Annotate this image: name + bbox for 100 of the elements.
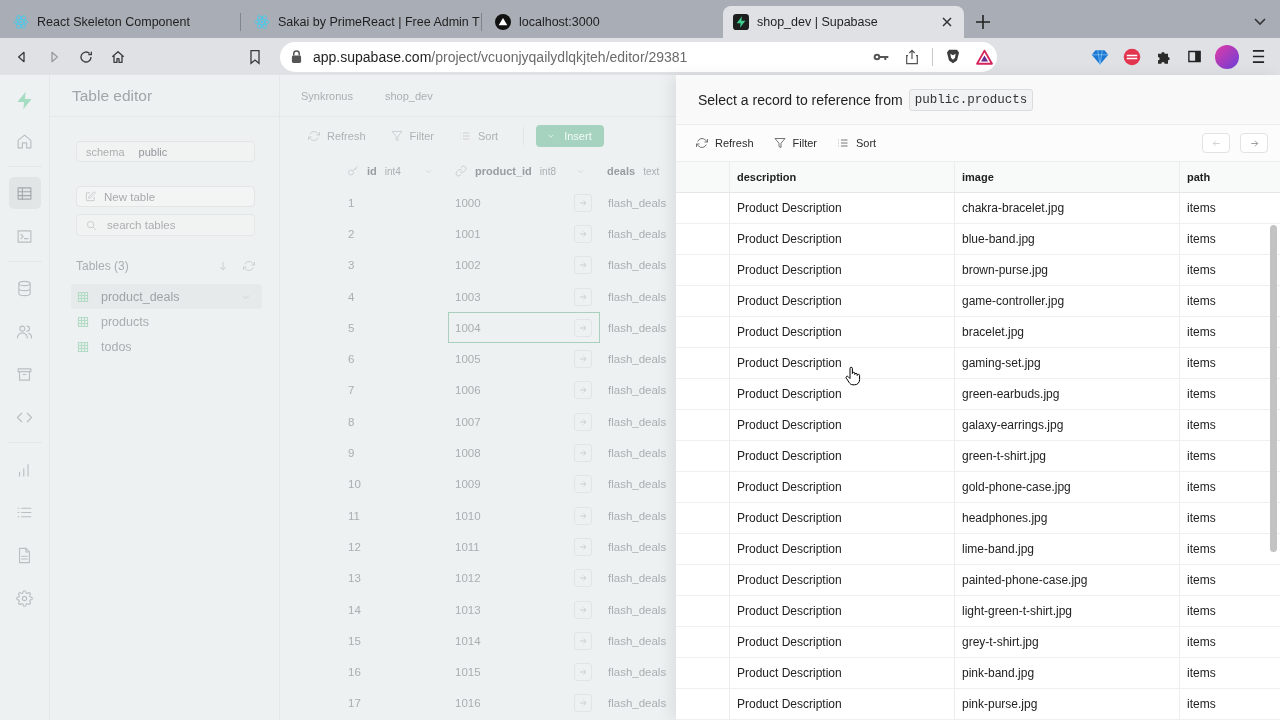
open-reference-button[interactable] (574, 193, 592, 212)
search-field[interactable]: search tables (76, 214, 255, 236)
column-header[interactable]: image (962, 171, 994, 183)
table-cell: 16 (348, 666, 361, 679)
table-cell[interactable]: 1013 (448, 593, 600, 626)
plus-icon[interactable] (976, 15, 990, 29)
browser-tab[interactable]: React Skeleton Component (0, 6, 241, 38)
atom-icon (13, 14, 29, 30)
reload-icon[interactable] (78, 48, 94, 65)
circle-logo-icon[interactable] (1123, 47, 1141, 66)
table-cell[interactable]: 1012 (448, 562, 600, 594)
refresh-button[interactable]: Refresh (308, 130, 366, 142)
table-list-item[interactable]: products (71, 309, 262, 334)
table-cell: items (1187, 449, 1216, 463)
open-reference-button[interactable] (574, 381, 592, 400)
new-table-button[interactable]: New table (76, 186, 255, 207)
scrollbar-thumb[interactable] (1270, 225, 1277, 552)
bolt-logo-icon[interactable] (15, 89, 34, 111)
column-header[interactable]: path (1187, 171, 1211, 183)
table-cell: items (1187, 480, 1216, 494)
table-cell: flash_deals (608, 384, 667, 397)
table-cell[interactable]: 1000 (448, 187, 600, 219)
avatar-icon[interactable] (1215, 44, 1239, 69)
chevron-down-icon[interactable] (1254, 18, 1266, 26)
open-reference-button[interactable] (574, 412, 592, 431)
table-cell: items (1187, 666, 1216, 680)
address-field[interactable]: app.supabase.com/project/vcuonjyqailydlqkjteh/editor/29381 (280, 41, 997, 72)
open-reference-button[interactable] (574, 631, 592, 650)
table-list-item[interactable]: todos (71, 334, 262, 359)
table-cell[interactable]: 1001 (448, 218, 600, 250)
close-icon[interactable] (942, 17, 952, 27)
open-reference-button[interactable] (574, 350, 592, 369)
open-reference-button[interactable] (574, 506, 592, 525)
filter-button[interactable]: Filter (773, 137, 817, 149)
gem-icon[interactable] (1091, 47, 1109, 66)
table-list-item[interactable]: product_deals (71, 284, 262, 309)
table-cell[interactable]: 1002 (448, 249, 600, 281)
table-cell: 2 (348, 227, 355, 240)
home-icon[interactable] (110, 48, 126, 65)
arrow-down-icon[interactable] (217, 260, 229, 272)
table-cell[interactable]: 1006 (448, 374, 600, 407)
share-icon[interactable] (904, 48, 920, 65)
open-reference-button[interactable] (574, 444, 592, 462)
open-reference-button[interactable] (574, 694, 592, 713)
refresh-button[interactable]: Refresh (696, 137, 754, 149)
breadcrumb-link[interactable]: Synkronus (301, 89, 353, 102)
bolt-logo-icon (733, 14, 749, 30)
table-cell: items (1187, 418, 1216, 432)
key-icon[interactable] (873, 51, 889, 62)
open-reference-button[interactable] (574, 569, 592, 588)
table-cell[interactable]: 1004 (448, 312, 600, 344)
schema-select[interactable]: schema public (76, 141, 255, 162)
table-cell[interactable]: 1009 (448, 468, 600, 500)
open-reference-button[interactable] (574, 475, 592, 494)
table-cell: 5 (348, 321, 355, 334)
table-cell[interactable]: 1005 (448, 343, 600, 375)
document-icon (16, 546, 33, 564)
filter-button[interactable]: Filter (390, 130, 434, 142)
next-page-button[interactable] (1240, 133, 1268, 153)
table-cell[interactable]: 1003 (448, 280, 600, 313)
browser-tab[interactable]: Sakai by PrimeReact | Free Admin T (241, 6, 482, 38)
open-reference-button[interactable] (574, 287, 592, 306)
arrow-right-icon (578, 260, 588, 271)
table-cell[interactable]: 1011 (448, 531, 600, 563)
arrow-right-icon (578, 635, 588, 646)
table-cell[interactable]: 1016 (448, 687, 600, 720)
open-reference-button[interactable] (574, 600, 592, 619)
table-cell: lime-band.jpg (962, 542, 1035, 556)
open-reference-button[interactable] (574, 537, 592, 556)
table-icon (16, 184, 33, 202)
lion-shield-icon[interactable] (945, 48, 961, 65)
column-name: product_id (475, 165, 532, 177)
table-cell[interactable]: 1008 (448, 437, 600, 469)
table-cell: flash_deals (608, 259, 667, 272)
triangle-icon[interactable] (976, 48, 993, 65)
column-header[interactable]: description (737, 171, 797, 183)
open-reference-button[interactable] (574, 256, 592, 275)
table-cell[interactable]: 1010 (448, 499, 600, 532)
search-icon (86, 219, 97, 231)
table-cell[interactable]: 1014 (448, 625, 600, 657)
open-reference-button[interactable] (574, 224, 592, 243)
insert-button[interactable]: Insert (536, 125, 604, 147)
rail-button[interactable] (8, 177, 41, 209)
filter-icon (390, 130, 403, 142)
sort-button[interactable]: Sort (837, 137, 877, 149)
browser-tab[interactable]: localhost:3000 (482, 6, 723, 38)
open-reference-button[interactable] (574, 663, 592, 682)
open-reference-button[interactable] (574, 318, 592, 337)
table-cell: items (1187, 201, 1216, 215)
menu-icon[interactable] (1252, 49, 1265, 64)
table-cell[interactable]: 1015 (448, 656, 600, 688)
breadcrumb-link[interactable]: shop_dev (385, 89, 433, 102)
sort-button[interactable]: Sort (459, 130, 499, 142)
browser-tab[interactable]: shop_dev | Supabase (723, 6, 964, 38)
home-icon (16, 132, 33, 150)
sidebar-icon[interactable] (1187, 49, 1202, 64)
bookmark-icon[interactable] (247, 48, 263, 65)
table-cell[interactable]: 1007 (448, 406, 600, 438)
table-cell: Product Description (737, 294, 842, 308)
refresh-icon[interactable] (243, 260, 255, 272)
